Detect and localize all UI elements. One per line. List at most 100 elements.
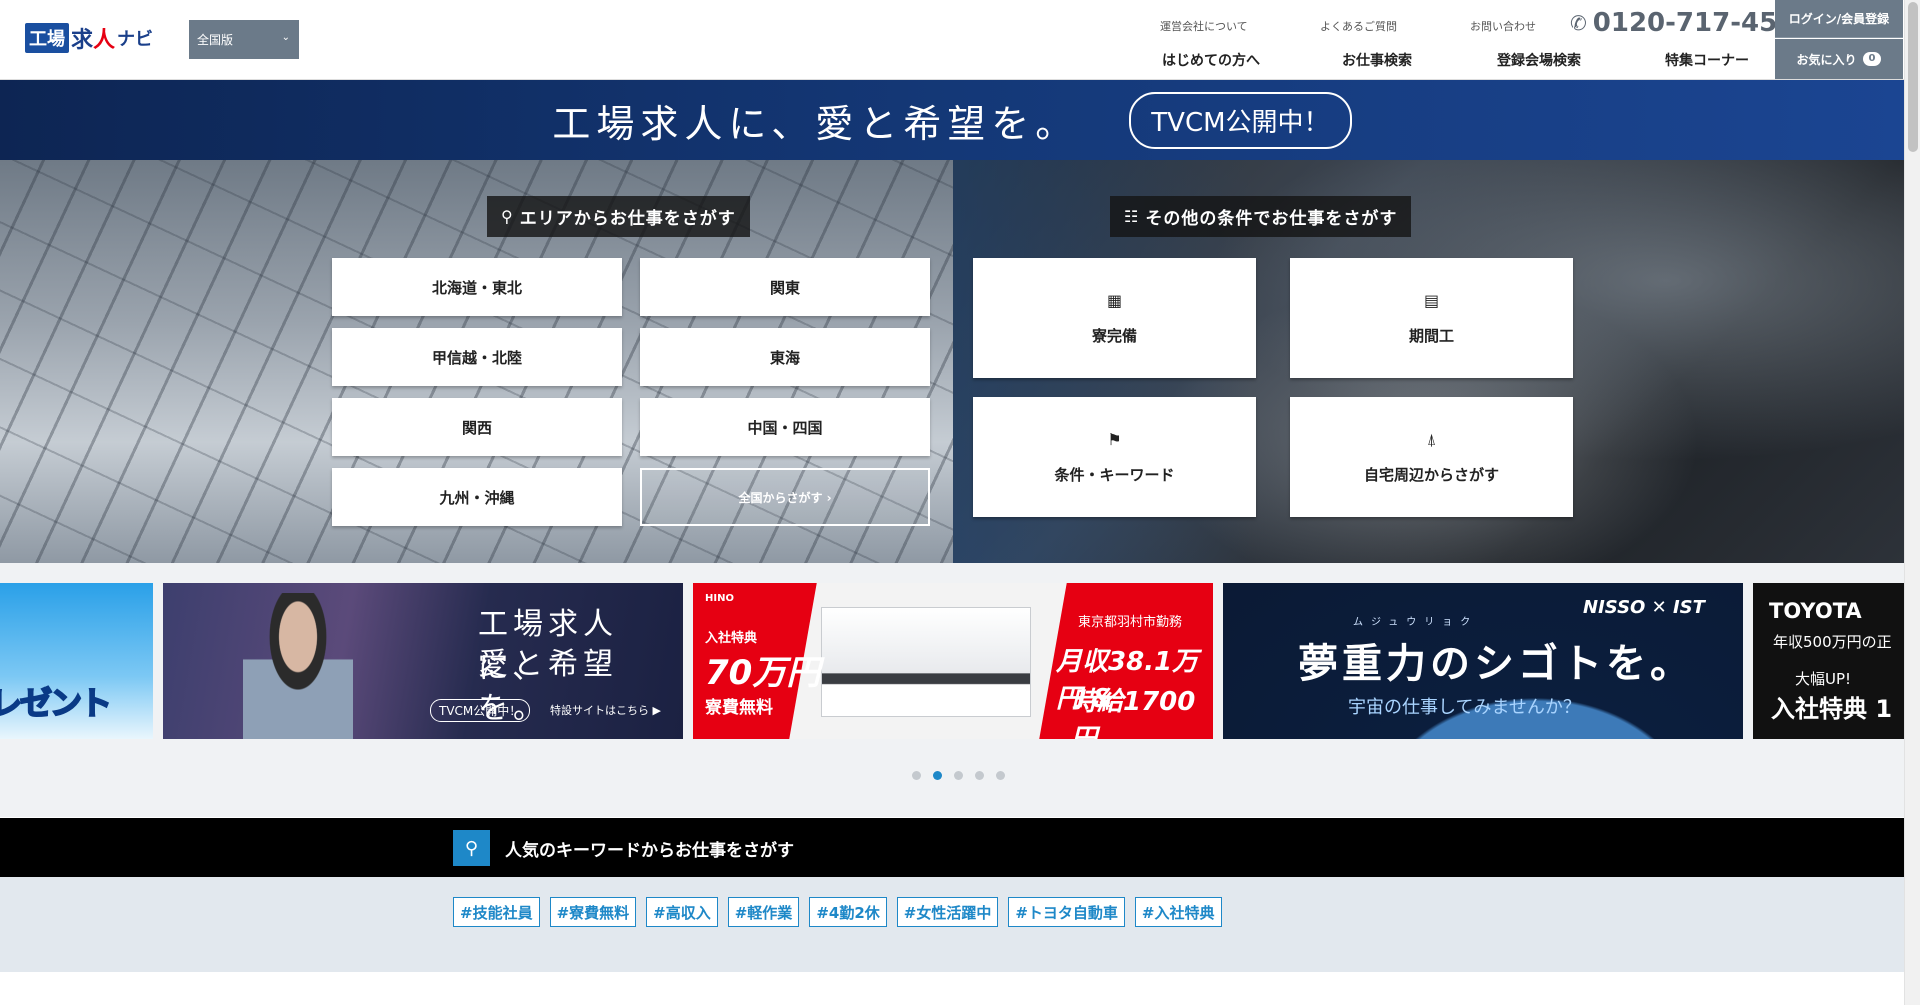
area-button-tokai[interactable]: 東海 — [640, 328, 930, 386]
favorites-button[interactable]: お気に入り 0 — [1775, 39, 1903, 79]
phone-number-text: 0120-717-450 — [1592, 8, 1796, 38]
carousel-dot[interactable] — [954, 771, 963, 780]
area-button-hokkaido-tohoku[interactable]: 北海道・東北 — [332, 258, 622, 316]
hero-search: ⚲ エリアからお仕事をさがす 北海道・東北 関東 甲信越・北陸 東海 関西 中国… — [0, 160, 1904, 563]
sub-links: 運営会社について よくあるご質問 お問い合わせ — [1160, 18, 1570, 34]
keyword-tag-toyota[interactable]: #トヨタ自動車 — [1008, 897, 1125, 927]
logo-part-factory: 工場 — [25, 23, 69, 53]
page-bottom — [0, 972, 1904, 1005]
carousel-dot[interactable] — [996, 771, 1005, 780]
keyword-tag-4on2off[interactable]: #4勤2休 — [809, 897, 887, 927]
link-contact[interactable]: お問い合わせ — [1470, 18, 1570, 34]
toyota-salary: 年収500万円の正 — [1773, 633, 1892, 651]
nav-job-search[interactable]: お仕事検索 — [1342, 50, 1497, 70]
keyword-tags-area: #技能社員 #寮費無料 #高収入 #軽作業 #4勤2休 #女性活躍中 #トヨタ自… — [0, 877, 1904, 972]
nisso-subheadline: 宇宙の仕事してみませんか？ — [1348, 697, 1581, 718]
condition-label: 条件・キーワード — [1054, 465, 1175, 484]
favorites-count-badge: 0 — [1862, 52, 1882, 66]
area-search-panel: ⚲ エリアからお仕事をさがす 北海道・東北 関東 甲信越・北陸 東海 関西 中国… — [0, 160, 953, 563]
region-select-value: 全国版 — [197, 33, 234, 47]
main-nav: はじめての方へ お仕事検索 登録会場検索 特集コーナー — [1162, 50, 1775, 70]
condition-label: 寮完備 — [1091, 326, 1137, 345]
location-pin-icon: ⍋ — [1426, 429, 1437, 449]
carousel-slide-toyota[interactable]: TOYOTA 年収500万円の正 大幅UP! 入社特典 1 — [1753, 583, 1904, 739]
condition-search-heading: ☷ その他の条件でお仕事をさがす — [1110, 196, 1412, 237]
keyword-search-title: 人気のキーワードからお仕事をさがす — [505, 841, 794, 861]
condition-button-keyword[interactable]: ⚑ 条件・キーワード — [973, 397, 1256, 517]
tvcm-button[interactable]: TVCM公開中！ — [1129, 91, 1352, 149]
nisso-logo: NISSO ✕ IST — [1583, 597, 1705, 618]
area-button-kanto[interactable]: 関東 — [640, 258, 930, 316]
keyword-tag-women[interactable]: #女性活躍中 — [896, 897, 999, 927]
carousel-slide-present[interactable]: レゼント — [0, 583, 153, 739]
carousel-slide-hino[interactable]: HINO 入社特典 70万円 寮費無料 東京都羽村市勤務 月収38.1万円 & … — [693, 583, 1213, 739]
toyota-upgrade: 大幅UP! — [1795, 670, 1852, 688]
carousel-pagination — [906, 771, 1011, 780]
region-select[interactable]: 全国版 ⌄ — [189, 20, 299, 59]
site-logo[interactable]: 工場 求 人 ナビ — [25, 20, 160, 56]
keyword-tag-skilled[interactable]: #技能社員 — [453, 897, 540, 927]
page: 工場 求 人 ナビ 全国版 ⌄ 運営会社について よくあるご質問 お問い合わせ … — [0, 0, 1920, 1005]
nisso-headline: 夢重力のシゴトを。 — [1298, 641, 1694, 687]
scrollbar[interactable] — [1904, 0, 1920, 1005]
area-button-koshinetsu-hokuriku[interactable]: 甲信越・北陸 — [332, 328, 622, 386]
tvcm-banner[interactable]: 工場求人に、愛と希望を。 TVCM公開中！ — [0, 80, 1904, 160]
chevron-down-icon: ⌄ — [281, 32, 290, 43]
tvcm-slide-pill: TVCM公開中！ — [430, 699, 531, 722]
favorites-label: お気に入り — [1796, 52, 1857, 67]
site-header: 工場 求 人 ナビ 全国版 ⌄ 運営会社について よくあるご質問 お問い合わせ … — [0, 0, 1904, 80]
condition-button-dormitory[interactable]: ▦ 寮完備 — [973, 258, 1256, 378]
hino-logo: HINO — [705, 593, 734, 604]
tvcm-special-site-link: 特設サイトはこちら ▶ — [550, 704, 661, 717]
calendar-icon: ▤ — [1423, 290, 1440, 310]
phone-number[interactable]: ✆ 0120-717-450 — [1570, 8, 1795, 38]
nav-features[interactable]: 特集コーナー — [1665, 50, 1775, 70]
keyword-tag-high-income[interactable]: #高収入 — [646, 897, 718, 927]
area-search-heading-text: エリアからお仕事をさがす — [519, 209, 736, 229]
logo-part-kyu: 求 — [71, 28, 94, 53]
hino-dorm-free: 寮費無料 — [705, 698, 773, 718]
hino-location: 東京都羽村市勤務 — [1078, 615, 1183, 630]
banner-carousel: レゼント 工場求人に、 愛と希望を。 TVCM公開中！ 特設サイトはこちら ▶ … — [0, 563, 1904, 817]
search-icon: ⚲ — [453, 830, 490, 866]
keyword-tag-signing-bonus[interactable]: #入社特典 — [1134, 897, 1222, 927]
carousel-slide-nisso[interactable]: NISSO ✕ IST ムジュウリョク 夢重力のシゴトを。 宇宙の仕事してみませ… — [1223, 583, 1743, 739]
condition-button-nearby[interactable]: ⍋ 自宅周辺からさがす — [1290, 397, 1573, 517]
nav-beginner[interactable]: はじめての方へ — [1162, 50, 1342, 70]
phone-icon: ✆ — [1570, 11, 1587, 35]
condition-button-seasonal[interactable]: ▤ 期間工 — [1290, 258, 1573, 378]
toyota-logo: TOYOTA — [1769, 599, 1862, 623]
carousel-dot-active[interactable] — [933, 771, 942, 780]
logo-part-jin: 人 — [93, 28, 116, 53]
condition-search-panel: ☷ その他の条件でお仕事をさがす ▦ 寮完備 ▤ 期間工 ⚑ 条件・キーワード … — [953, 160, 1904, 563]
carousel-dot[interactable] — [912, 771, 921, 780]
nav-venue-search[interactable]: 登録会場検索 — [1497, 50, 1665, 70]
area-button-nationwide[interactable]: 全国からさがす › — [640, 468, 930, 526]
login-register-button[interactable]: ログイン/会員登録 — [1775, 0, 1903, 38]
area-search-heading: ⚲ エリアからお仕事をさがす — [487, 196, 750, 237]
dormitory-icon: ▦ — [1106, 290, 1123, 310]
keyword-tag-light-work[interactable]: #軽作業 — [727, 897, 800, 927]
banner-slogan: 工場求人に、愛と希望を。 — [552, 101, 1080, 146]
nisso-ruby: ムジュウリョク — [1353, 617, 1479, 628]
condition-search-heading-text: その他の条件でお仕事をさがす — [1145, 209, 1398, 229]
area-button-kyushu-okinawa[interactable]: 九州・沖縄 — [332, 468, 622, 526]
scrollbar-thumb[interactable] — [1908, 2, 1918, 152]
keyword-tag-list: #技能社員 #寮費無料 #高収入 #軽作業 #4勤2休 #女性活躍中 #トヨタ自… — [453, 897, 1232, 927]
hino-hourly-pay: 時給1700円 — [1071, 687, 1196, 739]
keyword-search-header: ⚲ 人気のキーワードからお仕事をさがす — [0, 818, 1904, 877]
keyword-tag-free-dorm[interactable]: #寮費無料 — [549, 897, 637, 927]
hino-perk-amount: 70万円 — [705, 653, 821, 693]
carousel-slide-tvcm[interactable]: 工場求人に、 愛と希望を。 TVCM公開中！ 特設サイトはこちら ▶ — [163, 583, 683, 739]
carousel-dot[interactable] — [975, 771, 984, 780]
hino-perk-label: 入社特典 — [705, 631, 758, 646]
area-button-chugoku-shikoku[interactable]: 中国・四国 — [640, 398, 930, 456]
toyota-perk: 入社特典 1 — [1771, 695, 1893, 723]
area-button-kansai[interactable]: 関西 — [332, 398, 622, 456]
truck-image — [821, 607, 1031, 717]
present-slide-text: レゼント — [0, 683, 113, 723]
map-pin-icon: ⚲ — [501, 207, 514, 226]
link-faq[interactable]: よくあるご質問 — [1320, 18, 1470, 34]
condition-label: 自宅周辺からさがす — [1363, 465, 1499, 484]
link-company[interactable]: 運営会社について — [1160, 18, 1320, 34]
